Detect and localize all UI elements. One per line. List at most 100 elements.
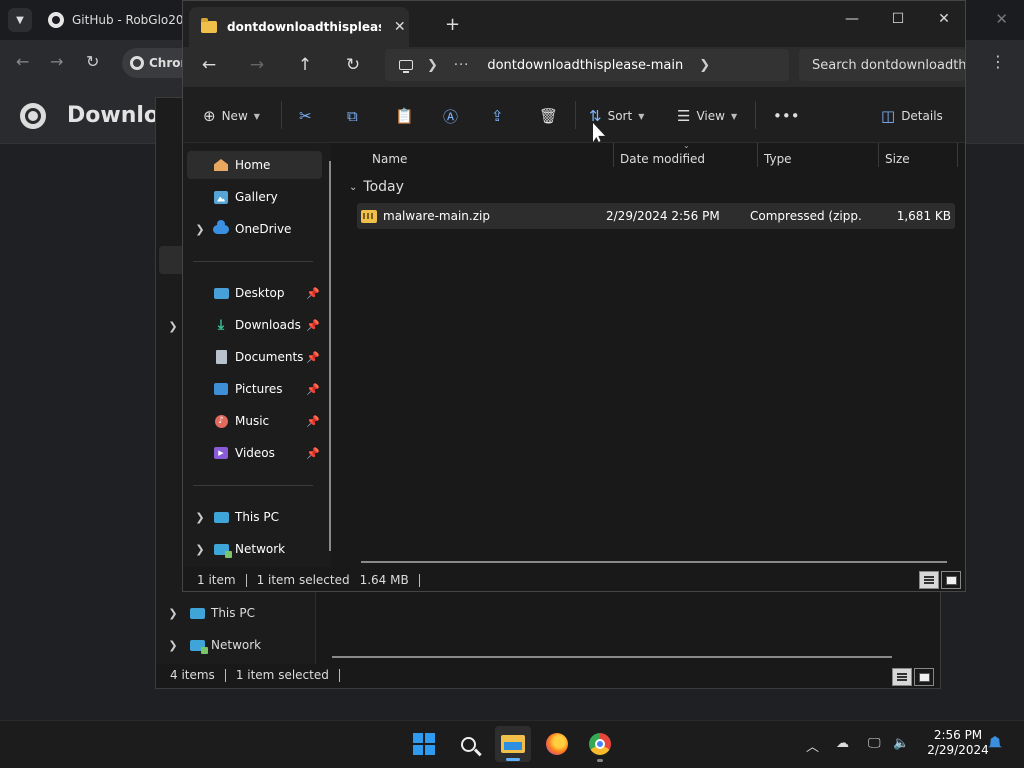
details-button[interactable]: ◫ Details [881,105,943,127]
taskbar-firefox[interactable] [539,726,575,762]
search-box[interactable]: Search dontdownloadthisplease-main [799,49,965,81]
music-icon: ♪ [213,413,229,429]
paste-button[interactable]: 📋 [395,105,414,127]
chrome-reload-button[interactable]: ↻ [86,52,99,71]
search-input[interactable]: Search dontdownloadthisplease-main [812,58,965,73]
minimize-button[interactable]: — [829,7,875,31]
chrome-tab-search-button[interactable]: ▼ [8,8,32,32]
horizontal-scrollbar[interactable] [361,561,947,563]
taskbar-file-explorer[interactable] [495,726,531,762]
clock[interactable]: 2:56 PM 2/29/2024 [918,728,998,758]
onedrive-tray-button[interactable]: ☁ [836,736,849,751]
bg-nav-item-this-pc[interactable]: ❯ This PC [156,601,255,625]
column-header-type[interactable]: Type [764,147,792,171]
column-header-size[interactable]: Size [885,147,910,171]
column-divider[interactable] [957,143,958,167]
maximize-button[interactable]: ☐ [875,7,921,31]
nav-item-desktop[interactable]: Desktop 📌 [187,279,322,307]
new-tab-button[interactable]: + [445,14,460,35]
bg-nav-item-network[interactable]: ❯ Network [156,633,261,657]
tiles-view-icon [945,575,957,585]
cut-button[interactable]: ✂ [299,105,312,127]
file-size: 1,681 KB [896,209,951,223]
nav-item-documents[interactable]: Documents 📌 [187,343,322,371]
close-button[interactable]: ✕ [921,7,967,31]
bg-status-bar: 4 items 1 item selected [156,662,940,688]
view-button[interactable]: ☰ View ▼ [677,105,737,127]
nav-item-onedrive[interactable]: ❯ OneDrive [187,215,322,243]
nav-item-videos[interactable]: ▶ Videos 📌 [187,439,322,467]
chrome-back-button[interactable]: ← [16,52,29,71]
tiles-view-button[interactable] [941,571,961,589]
taskbar-chrome[interactable] [582,726,618,762]
address-bar[interactable]: ❯ ··· dontdownloadthisplease-main ❯ [385,49,789,81]
network-tray-button[interactable]: 🖵 [868,736,881,751]
chrome-menu-button[interactable]: ⋮ [990,52,1006,71]
chevron-right-icon[interactable]: ❯ [187,543,213,556]
copy-button[interactable]: ⧉ [347,105,358,127]
column-header-name[interactable]: Name [372,147,407,171]
nav-item-gallery[interactable]: Gallery [187,183,322,211]
tiles-view-button[interactable] [914,668,934,686]
clock-date: 2/29/2024 [927,743,989,757]
group-header-today[interactable]: ⌄ Today [349,179,404,195]
up-button[interactable]: ↑ [293,55,317,75]
chevron-right-icon[interactable]: ❯ [187,511,213,524]
show-hidden-icons-button[interactable]: ︿ [806,736,819,755]
nav-scrollbar[interactable] [329,161,331,551]
share-button[interactable]: ⇪ [491,105,504,127]
close-icon: ✕ [938,11,950,27]
pin-icon: 📌 [306,446,320,460]
details-view-button[interactable] [919,571,939,589]
view-button-label: View [696,109,725,123]
nav-item-network[interactable]: ❯ Network [187,535,322,563]
chrome-tab-github[interactable]: GitHub - RobGlo2009 [40,4,190,36]
chevron-right-icon[interactable]: ❯ [699,58,710,73]
delete-button[interactable]: 🗑 [539,105,558,127]
explorer-tab[interactable]: dontdownloadthisplease-main ✕ [189,7,409,47]
arrow-right-icon: → [50,52,64,71]
sort-button[interactable]: ⇅ Sort ▼ [589,105,644,127]
start-button[interactable] [406,726,442,762]
rename-button[interactable]: Ⓐ [443,105,458,127]
more-options-button[interactable]: ••• [773,105,800,127]
nav-item-music[interactable]: ♪ Music 📌 [187,407,322,435]
nav-item-downloads[interactable]: ⤓ Downloads 📌 [187,311,322,339]
address-path[interactable]: dontdownloadthisplease-main [487,58,683,73]
column-divider[interactable] [613,143,614,167]
taskbar-search-button[interactable] [450,726,486,762]
chevron-down-icon: ⌄ [349,181,358,193]
chrome-close-button[interactable]: ✕ [995,10,1008,28]
chevron-right-icon[interactable]: ❯ [427,58,438,73]
more-horizontal-icon[interactable]: ··· [454,58,469,73]
column-divider[interactable] [878,143,879,167]
column-divider[interactable] [757,143,758,167]
nav-item-this-pc[interactable]: ❯ This PC [187,503,322,531]
nav-item-pictures[interactable]: Pictures 📌 [187,375,322,403]
nav-item-home[interactable]: Home [187,151,322,179]
new-button[interactable]: ⊕ New ▼ [203,105,260,127]
bg-horizontal-scrollbar[interactable] [332,656,892,658]
column-header-date-modified[interactable]: Date modified [620,147,705,171]
plus-icon: + [445,14,461,35]
file-explorer-icon [501,735,525,753]
volume-tray-button[interactable]: 🔈 [893,736,909,751]
nav-item-label: Music [235,414,270,428]
computer-icon [213,509,229,525]
chrome-omnibox[interactable]: Chrome [122,48,184,78]
chevron-right-icon: ❯ [168,638,178,652]
status-separator [418,573,420,587]
chrome-forward-button[interactable]: → [50,52,63,71]
forward-button[interactable]: → [245,55,269,75]
refresh-button[interactable]: ↻ [341,55,365,75]
chevron-right-icon[interactable]: ❯ [187,223,213,236]
trash-icon: 🗑 [539,107,559,125]
github-icon [48,12,64,28]
copy-icon: ⧉ [347,107,358,125]
tab-close-button[interactable]: ✕ [391,19,410,35]
details-view-button[interactable] [892,668,912,686]
back-button[interactable]: ← [197,55,221,75]
table-row[interactable]: malware-main.zip 2/29/2024 2:56 PM Compr… [357,203,955,229]
file-name-cell[interactable]: malware-main.zip [361,203,611,229]
explorer-tab-title: dontdownloadthisplease-main [227,20,381,34]
